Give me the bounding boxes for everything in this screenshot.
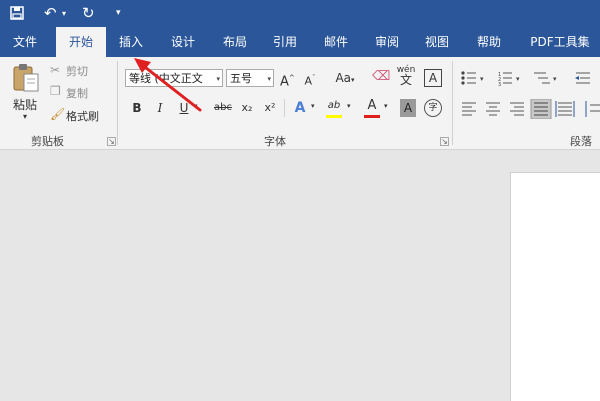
annotation-arrow [134,58,202,112]
